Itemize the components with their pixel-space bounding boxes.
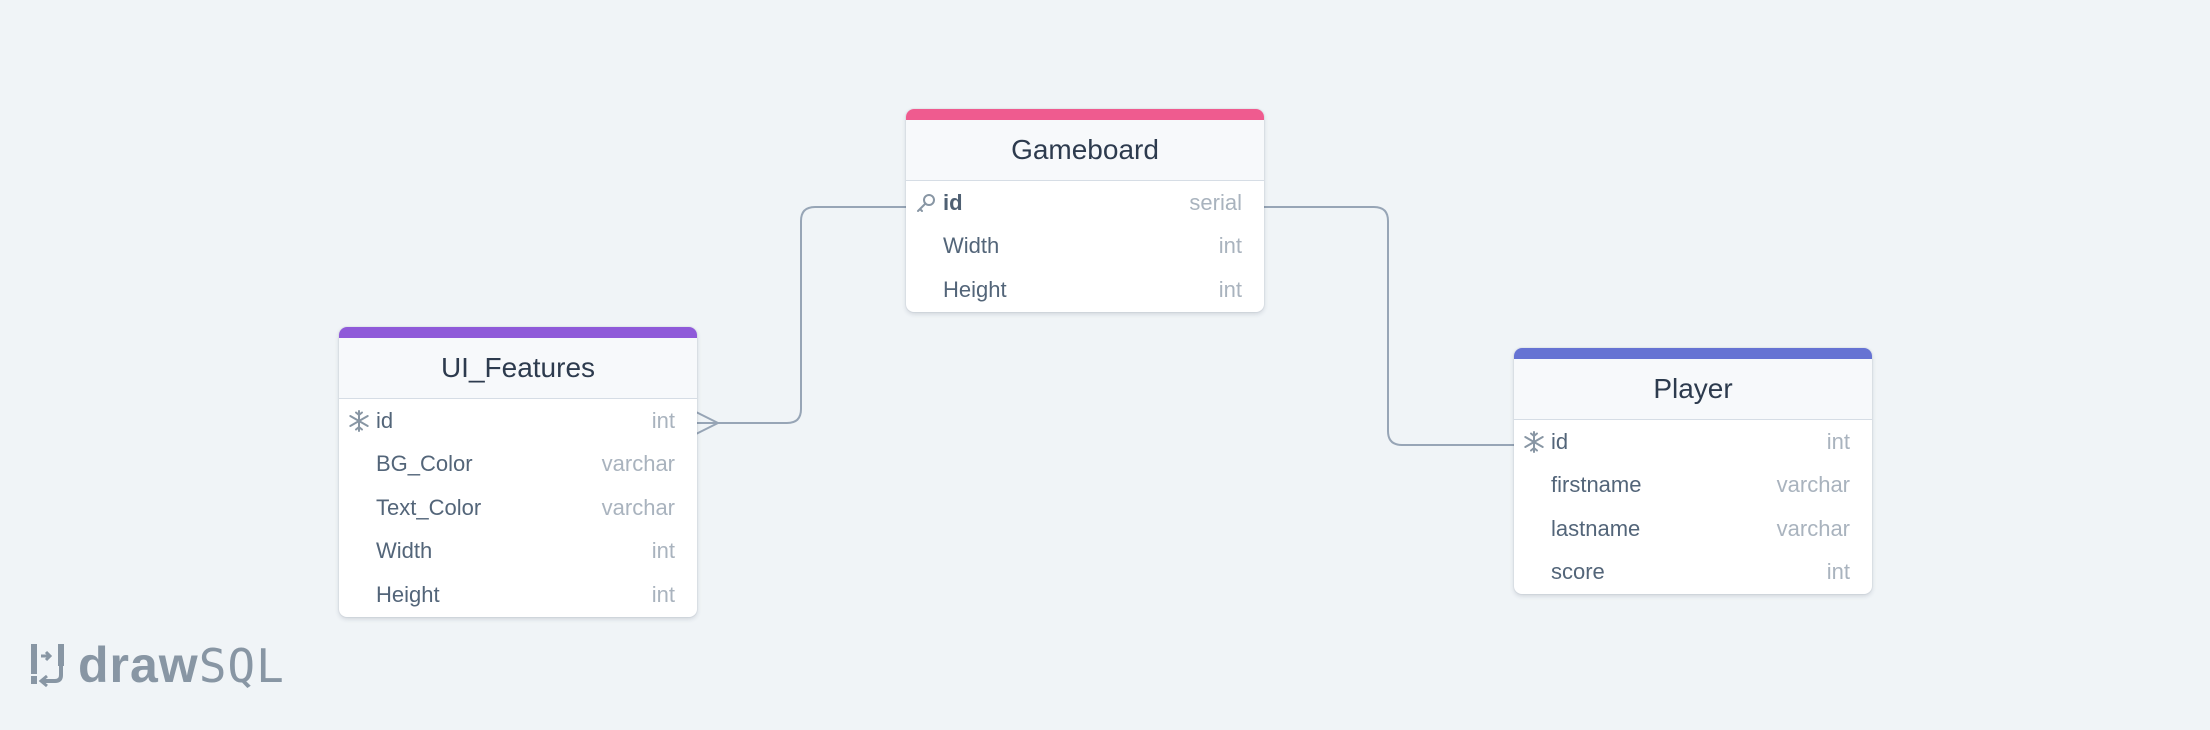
column-name: lastname bbox=[1551, 515, 1641, 541]
crowfoot-many-icon bbox=[695, 411, 719, 435]
table-header[interactable]: UI_Features bbox=[339, 327, 697, 399]
column-type: int bbox=[651, 407, 675, 433]
column-name: Height bbox=[943, 276, 1007, 302]
column-type: int bbox=[1826, 428, 1850, 454]
column-row-height[interactable]: Height int bbox=[906, 268, 1264, 312]
table-title: Player bbox=[1653, 373, 1733, 404]
drawsql-logo: drawSQL bbox=[28, 640, 285, 690]
brand-sql: SQL bbox=[198, 639, 285, 693]
column-row-score[interactable]: score int bbox=[1514, 551, 1872, 595]
column-name: Height bbox=[376, 581, 440, 607]
column-type: varchar bbox=[601, 494, 675, 520]
table-gameboard[interactable]: Gameboard id serial Width int Height int bbox=[906, 109, 1264, 312]
column-row-width[interactable]: Width int bbox=[906, 225, 1264, 269]
table-title: UI_Features bbox=[440, 352, 596, 383]
column-type: int bbox=[1218, 233, 1242, 259]
column-name: BG_Color bbox=[376, 451, 473, 477]
column-name: id bbox=[376, 407, 394, 433]
column-row-width[interactable]: Width int bbox=[339, 530, 697, 574]
table-title: Gameboard bbox=[1011, 134, 1159, 165]
column-type: varchar bbox=[1776, 515, 1850, 541]
column-name: Width bbox=[376, 538, 433, 564]
column-name: Text_Color bbox=[376, 494, 482, 520]
table-ui-features[interactable]: UI_Features id int BG_Color varchar Text_Colo… bbox=[339, 327, 697, 617]
column-row-id[interactable]: id int bbox=[339, 399, 697, 443]
column-name: id bbox=[943, 189, 963, 215]
column-type: int bbox=[1218, 276, 1242, 302]
column-row-id[interactable]: id serial bbox=[906, 181, 1264, 225]
column-type: varchar bbox=[1776, 472, 1850, 498]
column-type: int bbox=[651, 581, 675, 607]
column-row-lastname[interactable]: lastname varchar bbox=[1514, 507, 1872, 551]
table-header[interactable]: Player bbox=[1514, 348, 1872, 420]
drawsql-wordmark: drawSQL bbox=[78, 640, 285, 690]
column-row-text-color[interactable]: Text_Color varchar bbox=[339, 486, 697, 530]
drawsql-logo-icon bbox=[31, 644, 64, 688]
column-type: varchar bbox=[601, 451, 675, 477]
column-name: Width bbox=[943, 233, 1000, 259]
column-row-height[interactable]: Height int bbox=[339, 573, 697, 617]
column-type: int bbox=[651, 538, 675, 564]
relation-gameboard-ui-features[interactable] bbox=[695, 206, 906, 424]
brand-draw: draw bbox=[78, 637, 199, 693]
relation-gameboard-player[interactable] bbox=[1264, 206, 1514, 446]
foreign-key-icon bbox=[1523, 431, 1545, 453]
primary-key-icon bbox=[915, 192, 937, 214]
table-header[interactable]: Gameboard bbox=[906, 109, 1264, 181]
column-name: score bbox=[1551, 559, 1605, 585]
column-row-bg-color[interactable]: BG_Color varchar bbox=[339, 443, 697, 487]
column-type: int bbox=[1826, 559, 1850, 585]
column-type: serial bbox=[1189, 189, 1242, 215]
column-name: id bbox=[1551, 428, 1569, 454]
column-row-firstname[interactable]: firstname varchar bbox=[1514, 464, 1872, 508]
foreign-key-icon bbox=[348, 410, 370, 432]
column-row-id[interactable]: id int bbox=[1514, 420, 1872, 464]
column-name: firstname bbox=[1551, 472, 1642, 498]
table-player[interactable]: Player id int firstname varchar lastname varch… bbox=[1514, 348, 1872, 594]
